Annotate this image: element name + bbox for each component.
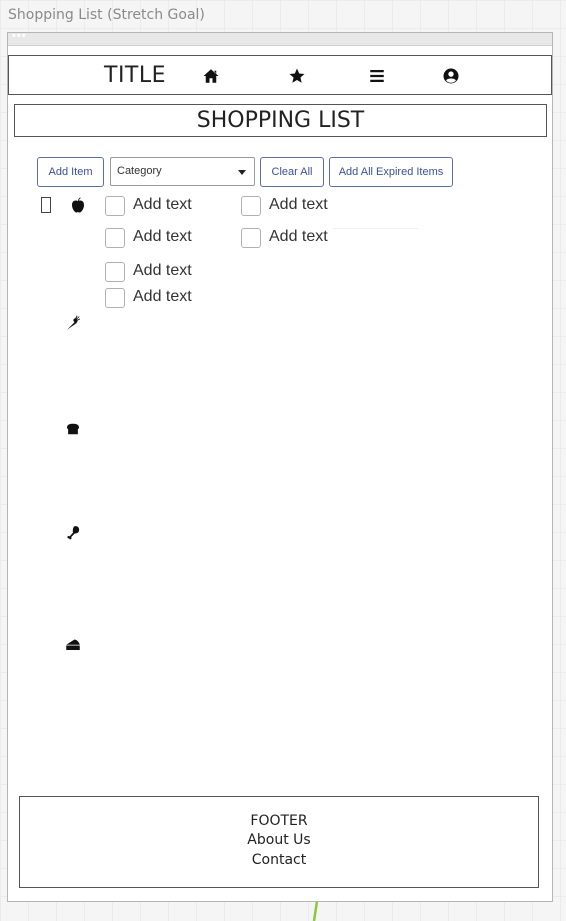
canvas-title: Shopping List (Stretch Goal) (8, 7, 205, 23)
more-options-icon[interactable]: ••• (12, 30, 27, 42)
missing-glyph-icon (41, 197, 51, 213)
bread-icon[interactable] (64, 420, 82, 438)
page-title: SHOPPING LIST (196, 108, 365, 133)
item-label[interactable]: Add text (269, 196, 328, 214)
carrot-icon[interactable] (64, 314, 82, 332)
category-select[interactable]: Category (110, 157, 255, 186)
nav-title[interactable]: TITLE (104, 63, 166, 88)
cheese-icon[interactable] (64, 635, 82, 653)
clear-all-button[interactable]: Clear All (260, 157, 324, 187)
wireframe-frame: ••• TITLE SHOPPING LIST Add Item Categor… (7, 30, 553, 902)
frame-topbar[interactable]: ••• (8, 30, 552, 46)
item-label[interactable]: Add text (133, 288, 192, 306)
page-header: SHOPPING LIST (14, 104, 547, 137)
item-checkbox[interactable] (105, 262, 125, 282)
item-checkbox[interactable] (105, 196, 125, 216)
category-select-value: Category (117, 165, 162, 177)
footer: FOOTER About Us Contact (19, 796, 539, 888)
chevron-down-icon (238, 170, 246, 175)
add-expired-items-button[interactable]: Add All Expired Items (329, 157, 453, 187)
divider (333, 228, 418, 229)
item-label[interactable]: Add text (269, 228, 328, 246)
about-us-link[interactable]: About Us (20, 832, 538, 848)
user-circle-icon[interactable] (442, 67, 460, 85)
item-checkbox[interactable] (241, 228, 261, 248)
add-item-button[interactable]: Add Item (37, 157, 104, 187)
navbar: TITLE (8, 55, 552, 95)
item-checkbox[interactable] (105, 228, 125, 248)
meat-drumstick-icon[interactable] (64, 524, 82, 542)
footer-title: FOOTER (250, 813, 308, 829)
item-label[interactable]: Add text (133, 228, 192, 246)
apple-icon[interactable] (69, 196, 87, 214)
item-label[interactable]: Add text (133, 262, 192, 280)
menu-icon[interactable] (368, 67, 386, 85)
item-checkbox[interactable] (105, 288, 125, 308)
home-icon[interactable] (202, 67, 220, 85)
contact-link[interactable]: Contact (20, 852, 538, 868)
item-checkbox[interactable] (241, 196, 261, 216)
item-label[interactable]: Add text (133, 196, 192, 214)
star-icon[interactable] (288, 67, 306, 85)
